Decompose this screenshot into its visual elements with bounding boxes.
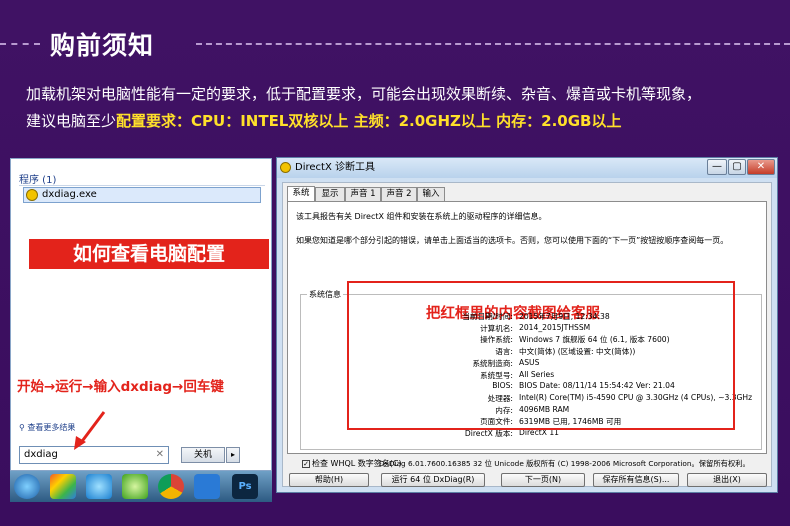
next-page-button[interactable]: 下一页(N) — [501, 473, 585, 487]
heading-dash-left — [0, 43, 40, 45]
start-menu: 程序 (1) dxdiag.exe 如何查看电脑配置 开始→运行→输入dxdia… — [10, 158, 272, 471]
minimize-button[interactable]: — — [707, 159, 727, 175]
clear-icon[interactable]: ✕ — [156, 447, 164, 463]
photoshop-icon[interactable]: Ps — [232, 474, 258, 499]
intro-line-1: 加载机架对电脑性能有一定的要求，低于配置要求，可能会出现效果断续、杂音、爆音或卡… — [26, 85, 702, 103]
shutdown-button[interactable]: 关机 — [181, 447, 225, 463]
tab-display[interactable]: 显示 — [315, 187, 345, 201]
highlight-red-frame — [347, 281, 735, 430]
intro-prefix: 建议电脑至少 — [26, 112, 117, 130]
page-title: 购前须知 — [50, 31, 155, 60]
tab-sound-1[interactable]: 声音 1 — [345, 187, 381, 201]
tab-input[interactable]: 输入 — [417, 187, 445, 201]
programs-group-label: 程序 (1) — [19, 175, 57, 186]
pointer-arrow-icon — [74, 411, 106, 450]
dxdiag-window: DirectX 诊断工具 — ▢ ✕ 系统 显示 声音 1 声音 2 输入 该工… — [276, 157, 778, 493]
chrome-icon[interactable] — [158, 474, 184, 499]
maximize-button[interactable]: ▢ — [728, 159, 746, 175]
tab-system[interactable]: 系统 — [287, 186, 315, 201]
intro-line-2: 建议电脑至少配置要求：CPU：INTEL双核以上 主频：2.0GHZ以上 内存：… — [26, 110, 621, 131]
run64-button[interactable]: 运行 64 位 DxDiag(R) — [381, 473, 485, 487]
group-divider — [19, 185, 265, 186]
config-requirements: 配置要求：CPU：INTEL双核以上 主频：2.0GHZ以上 内存：2.0GB以… — [116, 112, 622, 130]
tab-sound-2[interactable]: 声音 2 — [381, 187, 417, 201]
window-titlebar[interactable]: DirectX 诊断工具 — ▢ ✕ — [277, 158, 777, 178]
browser-green-icon[interactable] — [122, 474, 148, 499]
more-results-label: 查看更多结果 — [27, 423, 76, 432]
copyright-text: DxDiag 6.01.7600.16385 32 位 Unicode 版权所有… — [379, 459, 750, 468]
dxdiag-icon — [26, 189, 38, 201]
steps-instruction: 开始→运行→输入dxdiag→回车键 — [17, 379, 224, 395]
exit-button[interactable]: 退出(X) — [687, 473, 767, 487]
save-all-button[interactable]: 保存所有信息(S)... — [593, 473, 679, 487]
heading-dash-right — [196, 43, 790, 45]
help-button[interactable]: 帮助(H) — [289, 473, 369, 487]
app-pinwheel-icon[interactable] — [50, 474, 76, 499]
dxdiag-icon — [280, 162, 291, 173]
taskbar: Ps — [10, 471, 272, 502]
shutdown-options-button[interactable]: ▸ — [226, 447, 240, 463]
howto-banner: 如何查看电脑配置 — [29, 239, 269, 269]
search-result-dxdiag[interactable]: dxdiag.exe — [23, 187, 261, 203]
result-label: dxdiag.exe — [42, 189, 97, 200]
window-title: DirectX 诊断工具 — [295, 162, 375, 173]
promo-banner: 购前须知 加载机架对电脑性能有一定的要求，低于配置要求，可能会出现效果断续、杂音… — [0, 0, 790, 526]
description-1: 该工具报告有关 DirectX 组件和安装在系统上的驱动程序的详细信息。 — [296, 212, 547, 221]
start-orb-icon[interactable] — [14, 474, 40, 499]
description-2: 如果您知道是哪个部分引起的错误，请单击上面适当的选项卡。否则，您可以使用下面的“… — [296, 236, 729, 245]
system-info-label: 系统信息 — [307, 289, 343, 300]
ie-icon[interactable] — [86, 474, 112, 499]
more-results-link[interactable]: ⚲ 查看更多结果 — [19, 422, 75, 433]
checkbox-mark-icon: ✓ — [302, 459, 310, 468]
search-value: dxdiag — [24, 449, 58, 460]
app-blue-icon[interactable] — [194, 474, 220, 499]
close-button[interactable]: ✕ — [747, 159, 775, 175]
